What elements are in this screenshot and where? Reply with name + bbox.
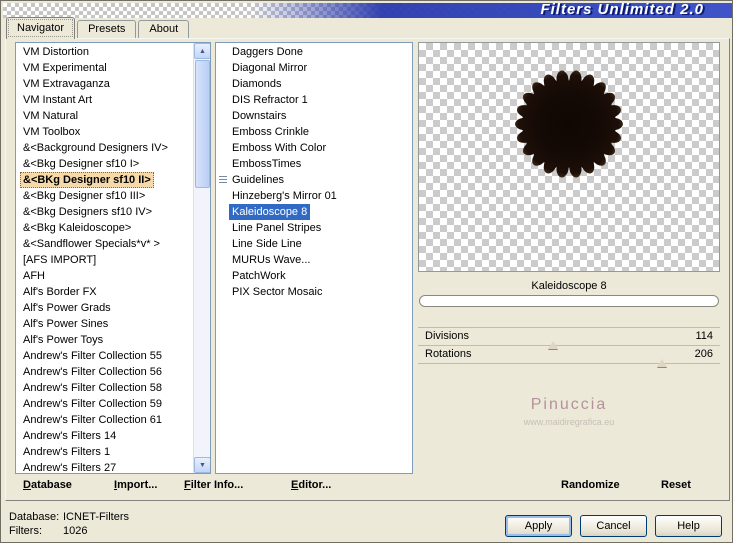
category-item[interactable]: &<Bkg Designer sf10 III> — [16, 188, 193, 204]
category-item[interactable]: Andrew's Filter Collection 58 — [16, 380, 193, 396]
help-button[interactable]: Help — [655, 515, 722, 537]
param-row-divisions[interactable]: Divisions 114 — [418, 328, 720, 349]
param-name: Rotations — [425, 348, 472, 360]
toolbar-randomize-button[interactable]: Randomize — [561, 479, 620, 491]
category-item[interactable]: Andrew's Filter Collection 55 — [16, 348, 193, 364]
status-database-value: ICNET-Filters — [63, 511, 129, 523]
status-filters-label: Filters: — [9, 525, 42, 537]
filter-rows: Daggers Done Diagonal Mirror Diamonds DIS R… — [216, 44, 412, 473]
bottom-toolbar: Database Import... Filter Info... Editor...… — [6, 477, 729, 497]
arrow-down-icon: ▼ — [199, 462, 206, 469]
param-value: 114 — [695, 330, 713, 342]
category-item[interactable]: &<BKg Designer sf10 II> — [16, 172, 193, 188]
category-item[interactable]: Andrew's Filter Collection 56 — [16, 364, 193, 380]
toolbar-database-button[interactable]: Database — [23, 479, 72, 491]
filter-item[interactable]: PIX Sector Mosaic — [216, 284, 412, 300]
preview-canvas — [418, 42, 720, 272]
filter-item[interactable]: Emboss Crinkle — [216, 124, 412, 140]
navigator-page: VM Distortion VM Experimental VM Extravaga… — [5, 38, 730, 501]
apply-button[interactable]: Apply — [505, 515, 572, 537]
filter-item[interactable]: Hinzeberg's Mirror 01 — [216, 188, 412, 204]
filter-item[interactable]: Diagonal Mirror — [216, 60, 412, 76]
param-value: 206 — [694, 348, 713, 360]
filter-item[interactable]: Guidelines — [216, 172, 412, 188]
filter-item[interactable]: Emboss With Color — [216, 140, 412, 156]
status-filters-value: 1026 — [63, 525, 88, 537]
progress-bar — [419, 295, 719, 307]
status-filters: Filters: 1026 — [9, 525, 87, 537]
title-banner: Filters Unlimited 2.0 — [3, 1, 732, 18]
param-rows: Divisions 114 Rotations 206 — [418, 327, 720, 367]
filter-item[interactable]: Line Side Line — [216, 236, 412, 252]
category-item[interactable]: [AFS IMPORT] — [16, 252, 193, 268]
slider-thumb[interactable] — [547, 341, 558, 349]
category-item[interactable]: VM Distortion — [16, 44, 193, 60]
filter-item[interactable]: Kaleidoscope 8 — [216, 204, 412, 220]
scroll-up-button[interactable]: ▲ — [194, 43, 210, 59]
filter-item[interactable]: MURUs Wave... — [216, 252, 412, 268]
list-icon — [219, 176, 227, 184]
category-item[interactable]: &<Bkg Designer sf10 I> — [16, 156, 193, 172]
filter-item[interactable]: Daggers Done — [216, 44, 412, 60]
category-item[interactable]: VM Experimental — [16, 60, 193, 76]
category-item[interactable]: VM Extravaganza — [16, 76, 193, 92]
category-item[interactable]: AFH — [16, 268, 193, 284]
selected-filter-name: Kaleidoscope 8 — [531, 280, 607, 292]
scroll-down-button[interactable]: ▼ — [194, 457, 210, 473]
category-item[interactable]: Andrew's Filter Collection 59 — [16, 396, 193, 412]
tab-bar: Navigator Presets About — [6, 17, 191, 39]
status-database: Database: ICNET-Filters — [9, 511, 129, 523]
category-item[interactable]: &<Sandflower Specials*v* > — [16, 236, 193, 252]
tab-about[interactable]: About — [138, 20, 190, 38]
filter-item[interactable]: Diamonds — [216, 76, 412, 92]
category-item[interactable]: &<Background Designers IV> — [16, 140, 193, 156]
category-item[interactable]: Andrew's Filter Collection 61 — [16, 412, 193, 428]
filter-list[interactable]: Daggers Done Diagonal Mirror Diamonds DIS R… — [215, 42, 413, 474]
category-item[interactable]: Alf's Power Toys — [16, 332, 193, 348]
watermark-name: Pinuccia — [530, 396, 608, 413]
tab-navigator[interactable]: Navigator — [6, 17, 76, 39]
status-database-label: Database: — [9, 511, 60, 523]
arrow-up-icon: ▲ — [199, 48, 206, 55]
filter-item[interactable]: Downstairs — [216, 108, 412, 124]
filter-item[interactable]: DIS Refractor 1 — [216, 92, 412, 108]
param-name: Divisions — [425, 330, 470, 342]
kaleidoscope-flower-image — [515, 70, 623, 178]
category-item[interactable]: VM Natural — [16, 108, 193, 124]
app-title: Filters Unlimited 2.0 — [540, 1, 704, 18]
toolbar-import-button[interactable]: Import... — [114, 479, 157, 491]
category-item[interactable]: Alf's Border FX — [16, 284, 193, 300]
category-item[interactable]: Alf's Power Sines — [16, 316, 193, 332]
category-item[interactable]: VM Instant Art — [16, 92, 193, 108]
filter-item[interactable]: Line Panel Stripes — [216, 220, 412, 236]
category-item[interactable]: &<Bkg Kaleidoscope> — [16, 220, 193, 236]
cancel-button[interactable]: Cancel — [580, 515, 647, 537]
category-scrollbar[interactable]: ▲ ▼ — [193, 43, 210, 473]
category-item[interactable]: VM Toolbox — [16, 124, 193, 140]
filter-item[interactable]: PatchWork — [216, 268, 412, 284]
category-item[interactable]: Andrew's Filters 14 — [16, 428, 193, 444]
filter-item[interactable]: EmbossTimes — [216, 156, 412, 172]
toolbar-filter-info-button[interactable]: Filter Info... — [184, 479, 243, 491]
filters-unlimited-dialog: Filters Unlimited 2.0 Navigator Presets Ab… — [0, 0, 733, 543]
tab-presets[interactable]: Presets — [77, 20, 137, 38]
scroll-thumb[interactable] — [195, 60, 210, 188]
category-item[interactable]: Andrew's Filters 1 — [16, 444, 193, 460]
category-list[interactable]: VM Distortion VM Experimental VM Extravaga… — [15, 42, 211, 474]
toolbar-editor-button[interactable]: Editor... — [291, 479, 331, 491]
category-item[interactable]: Alf's Power Grads — [16, 300, 193, 316]
category-rows: VM Distortion VM Experimental VM Extravaga… — [16, 44, 193, 473]
category-item[interactable]: Andrew's Filters 27 — [16, 460, 193, 473]
toolbar-reset-button[interactable]: Reset — [661, 479, 691, 491]
watermark: Pinuccia www.maidiregrafica.eu — [418, 396, 720, 427]
slider-thumb[interactable] — [657, 359, 668, 367]
watermark-url: www.maidiregrafica.eu — [523, 417, 615, 427]
param-row-rotations[interactable]: Rotations 206 — [418, 346, 720, 367]
category-item[interactable]: &<Bkg Designers sf10 IV> — [16, 204, 193, 220]
